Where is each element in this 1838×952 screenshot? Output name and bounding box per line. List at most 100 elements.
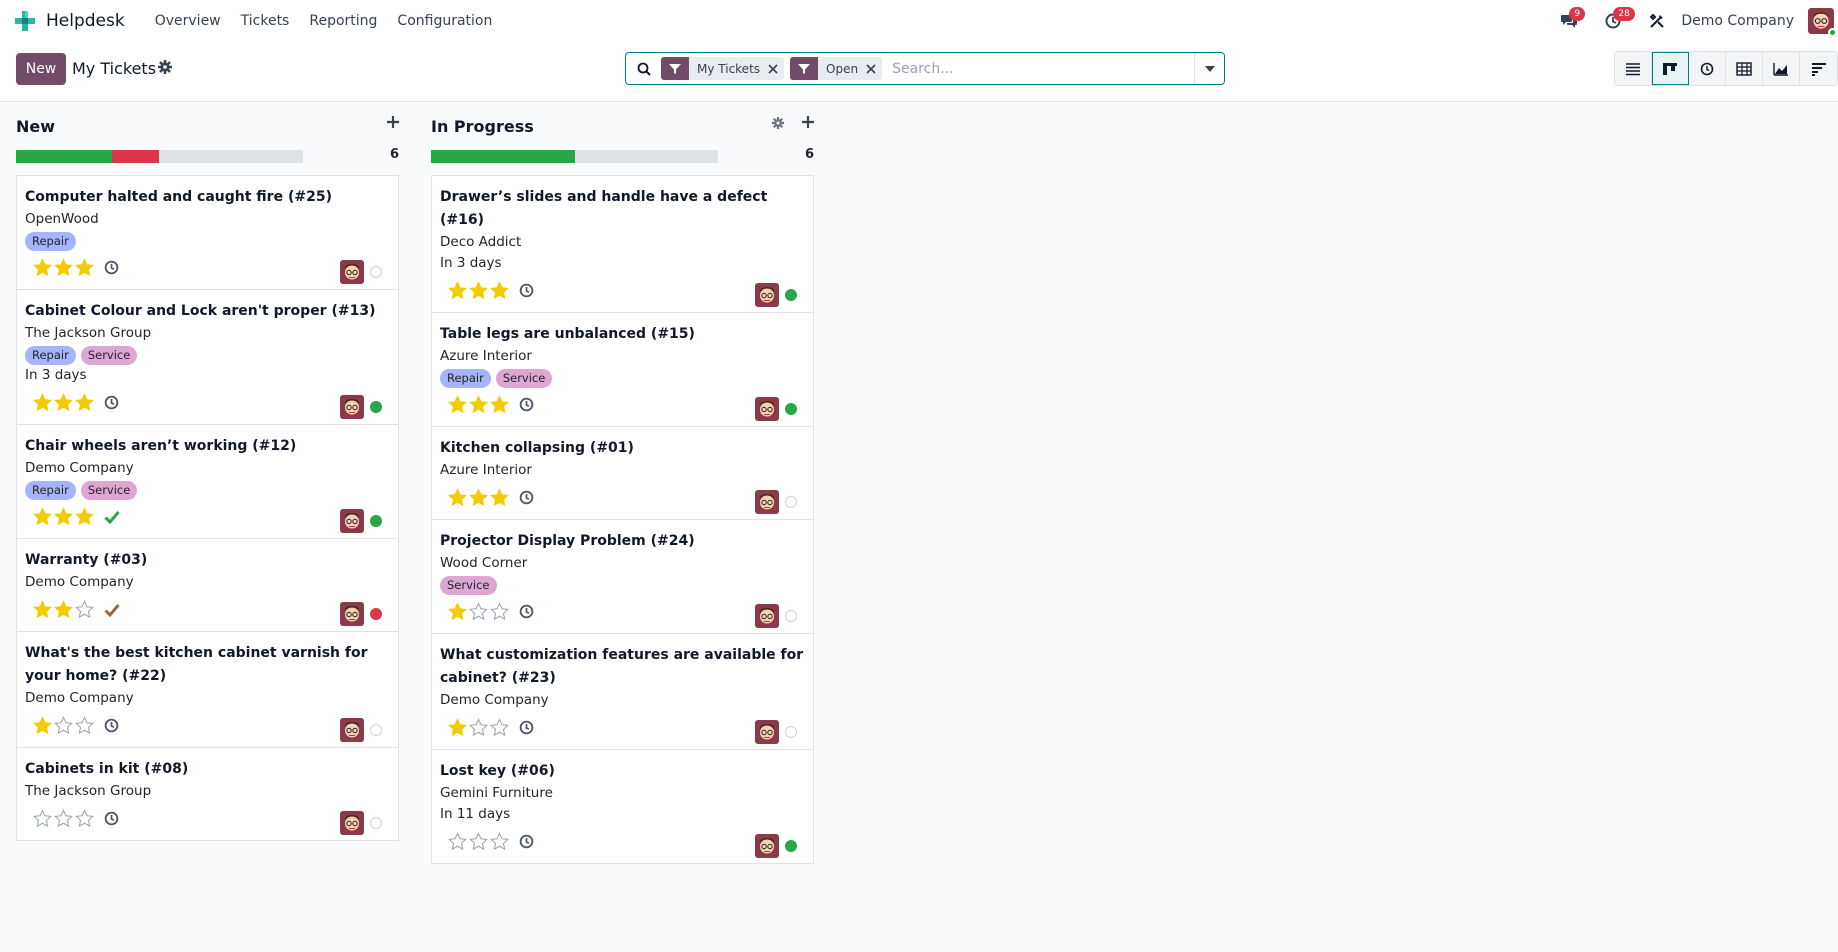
graph-view-icon[interactable] [1763,52,1800,85]
star-icon[interactable] [469,602,488,621]
star-icon[interactable] [490,718,509,737]
star-icon[interactable] [75,716,94,735]
assignee-avatar[interactable] [340,602,364,626]
messages-menu[interactable]: 9 [1555,7,1586,35]
tag-service[interactable]: Service [495,369,553,388]
ticket-card[interactable]: Table legs are unbalanced (#15) Azure Int… [432,313,813,427]
cohort-view-icon[interactable] [1800,52,1837,85]
search-input[interactable] [892,60,1194,77]
star-icon[interactable] [448,602,467,621]
assignee-avatar[interactable] [340,260,364,284]
ticket-card[interactable]: Cabinet Colour and Lock aren't proper (#… [17,290,398,425]
tag-repair[interactable]: Repair [25,481,76,500]
star-icon[interactable] [75,600,94,619]
tag-repair[interactable]: Repair [25,232,76,251]
tag-repair[interactable]: Repair [25,346,76,365]
kanban-state-dot[interactable] [370,817,382,829]
kanban-state-dot[interactable] [370,266,382,278]
star-icon[interactable] [469,281,488,300]
column-progress-bar[interactable] [16,150,303,163]
progress-segment-done[interactable] [16,150,112,163]
kanban-state-dot[interactable] [785,726,797,738]
tag-service[interactable]: Service [80,481,138,500]
ticket-card[interactable]: Drawer’s slides and handle have a defect… [432,176,813,313]
new-ticket-button[interactable]: New [16,53,66,85]
menu-configuration[interactable]: Configuration [397,13,492,29]
ticket-card[interactable]: Computer halted and caught fire (#25) Ope… [17,176,398,290]
kanban-state-dot[interactable] [785,610,797,622]
assignee-avatar[interactable] [755,834,779,858]
assignee-avatar[interactable] [340,811,364,835]
clock-icon[interactable] [104,395,119,410]
tag-service[interactable]: Service [440,576,497,595]
clock-icon[interactable] [104,260,119,275]
star-icon[interactable] [33,258,52,277]
star-icon[interactable] [75,809,94,828]
assignee-avatar[interactable] [755,720,779,744]
close-icon[interactable] [768,63,784,74]
activities-menu[interactable]: 28 [1599,7,1635,35]
ticket-card[interactable]: What's the best kitchen cabinet varnish … [17,632,398,748]
ticket-card[interactable]: Projector Display Problem (#24) Wood Corn… [432,520,813,634]
company-switcher[interactable]: Demo Company [1681,13,1794,29]
star-icon[interactable] [54,600,73,619]
star-icon[interactable] [33,507,52,526]
kanban-state-dot[interactable] [370,515,382,527]
clock-icon[interactable] [519,283,534,298]
progress-segment-blocked[interactable] [111,150,160,163]
star-icon[interactable] [33,716,52,735]
star-icon[interactable] [448,832,467,851]
ticket-card[interactable]: What customization features are availabl… [432,634,813,750]
star-icon[interactable] [469,832,488,851]
star-icon[interactable] [33,809,52,828]
kanban-state-dot[interactable] [785,403,797,415]
star-icon[interactable] [54,716,73,735]
star-icon[interactable] [490,602,509,621]
ticket-card[interactable]: Cabinets in kit (#08) The Jackson Group [17,748,398,840]
kanban-state-dot[interactable] [370,724,382,736]
plus-icon[interactable] [387,116,399,132]
kanban-state-dot[interactable] [370,608,382,620]
ticket-card[interactable]: Lost key (#06) Gemini Furniture In 11 days [432,750,813,863]
clock-icon[interactable] [519,604,534,619]
assignee-avatar[interactable] [755,283,779,307]
activity-view-icon[interactable] [1689,52,1726,85]
check-icon[interactable] [104,510,120,524]
menu-tickets[interactable]: Tickets [241,13,290,29]
assignee-avatar[interactable] [755,604,779,628]
column-progress-bar[interactable] [431,150,718,163]
star-icon[interactable] [448,718,467,737]
list-view-icon[interactable] [1615,52,1652,85]
star-icon[interactable] [54,507,73,526]
star-icon[interactable] [33,600,52,619]
menu-reporting[interactable]: Reporting [309,13,377,29]
star-icon[interactable] [490,488,509,507]
kanban-state-dot[interactable] [785,496,797,508]
star-icon[interactable] [54,809,73,828]
star-icon[interactable] [54,393,73,412]
star-icon[interactable] [469,718,488,737]
kanban-state-dot[interactable] [785,289,797,301]
star-icon[interactable] [490,395,509,414]
progress-segment-done[interactable] [431,150,575,163]
star-icon[interactable] [448,281,467,300]
clock-icon[interactable] [519,834,534,849]
clock-icon[interactable] [104,811,119,826]
kanban-view-icon[interactable] [1652,52,1689,85]
tag-service[interactable]: Service [80,346,138,365]
gear-icon[interactable] [772,117,784,133]
debug-tools[interactable] [1643,7,1671,35]
star-icon[interactable] [75,507,94,526]
star-icon[interactable] [469,488,488,507]
user-avatar[interactable] [1808,8,1837,37]
menu-overview[interactable]: Overview [155,13,221,29]
star-icon[interactable] [469,395,488,414]
ticket-card[interactable]: Warranty (#03) Demo Company [17,539,398,632]
assignee-avatar[interactable] [755,490,779,514]
assignee-avatar[interactable] [340,395,364,419]
close-icon[interactable] [866,63,882,74]
ticket-card[interactable]: Kitchen collapsing (#01) Azure Interior [432,427,813,520]
pivot-view-icon[interactable] [1726,52,1763,85]
star-icon[interactable] [448,488,467,507]
star-icon[interactable] [75,393,94,412]
